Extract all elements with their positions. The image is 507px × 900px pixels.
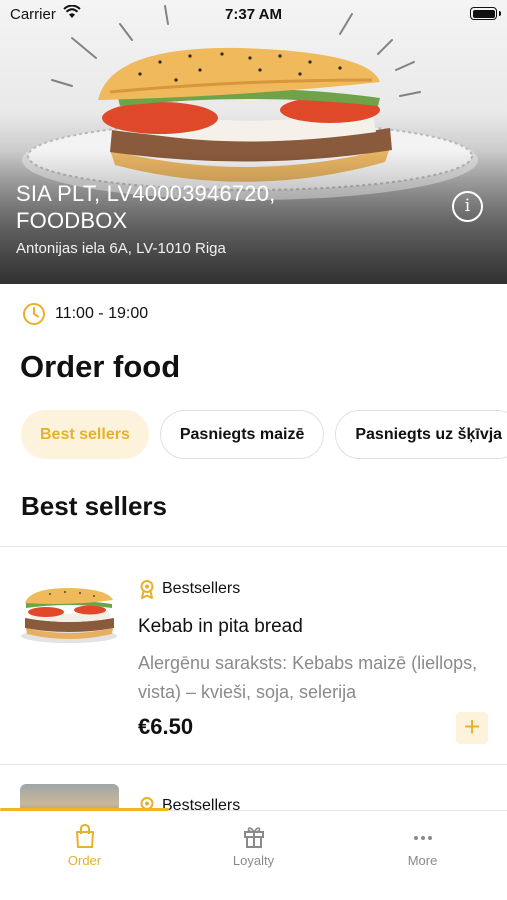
divider	[0, 546, 507, 547]
info-icon[interactable]: i	[452, 191, 483, 222]
product-price: €6.50	[138, 714, 194, 739]
battery-icon	[470, 7, 501, 20]
page-title: Order food	[20, 349, 181, 384]
product-description: Alergēnu saraksts: Kebabs maizē (liellop…	[138, 653, 478, 702]
store-address: Antonijas iela 6A, LV-1010 Riga	[16, 240, 226, 257]
tab-label: Loyalty	[232, 853, 275, 868]
product-card[interactable]: Bestsellers Kebab in pita bread Alergēnu…	[0, 548, 507, 763]
store-name: SIA PLT, LV40003946720, FOODBOX	[16, 181, 276, 233]
product-name: Kebab in pita bread	[138, 616, 303, 637]
tab-loyalty[interactable]: Loyalty	[169, 811, 338, 881]
badge-label: Bestsellers	[162, 797, 241, 810]
more-dots-icon	[414, 836, 432, 840]
gift-icon	[244, 827, 264, 848]
category-chip-pasniegts-maize[interactable]: Pasniegts maizē	[159, 410, 325, 459]
add-to-cart-button[interactable]: +	[456, 712, 488, 744]
bestseller-badge: Bestsellers	[138, 579, 240, 599]
badge-label: Bestsellers	[162, 580, 241, 597]
hours-text: 11:00 - 19:00	[55, 305, 149, 322]
category-section-title: Best sellers	[21, 491, 167, 521]
tab-bar: Order Loyalty More	[0, 808, 507, 900]
bag-icon	[76, 823, 94, 848]
tab-label: Order	[67, 853, 102, 868]
hero-banner: Carrier 7:37 AM SIA PLT, LV40003946720, …	[0, 0, 507, 284]
status-bar: Carrier 7:37 AM	[0, 0, 507, 30]
tab-label: More	[407, 853, 438, 868]
category-chip-pasniegts-uz-skivja[interactable]: Pasniegts uz šķīvja	[335, 410, 507, 459]
product-card[interactable]: Bestsellers	[0, 766, 507, 810]
tab-order[interactable]: Order	[0, 811, 169, 881]
category-tabs: Best sellers Pasniegts maizē Pasniegts u…	[21, 410, 507, 459]
opening-hours: 11:00 - 19:00	[22, 302, 148, 326]
category-chip-best-sellers[interactable]: Best sellers	[21, 410, 149, 459]
award-icon	[140, 580, 154, 599]
tab-more[interactable]: More	[338, 811, 507, 881]
product-image	[20, 784, 119, 810]
product-image	[21, 588, 117, 643]
clock-time: 7:37 AM	[225, 6, 282, 23]
divider	[0, 764, 507, 765]
clock-icon	[23, 303, 45, 325]
